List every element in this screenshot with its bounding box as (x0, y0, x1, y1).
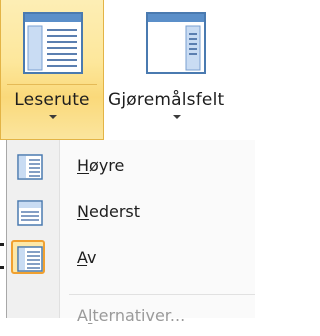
chevron-down-icon[interactable] (49, 115, 57, 119)
reading-pane-menu: Høyre Nederst Av Alternativer... (6, 140, 255, 325)
reading-pane-icon (23, 12, 83, 82)
split-button-divider (7, 84, 97, 85)
chevron-down-icon[interactable] (173, 115, 181, 119)
reading-pane-label: Leserute (14, 90, 90, 110)
menu-item-label: Alternativer... (77, 306, 186, 325)
edge-tick-mark (0, 243, 4, 246)
todo-bar-icon (146, 12, 206, 82)
menu-item-options: Alternativer... (7, 296, 255, 336)
menu-item-bottom[interactable]: Nederst (7, 192, 255, 232)
edge-tick-mark (0, 266, 4, 269)
todo-bar-button[interactable]: Gjøremålsfelt (108, 0, 254, 140)
pane-off-icon (17, 246, 43, 276)
pane-right-icon (17, 154, 43, 184)
menu-separator (69, 294, 255, 295)
menu-item-off[interactable]: Av (7, 238, 255, 278)
menu-item-label: Nederst (77, 202, 140, 221)
pane-bottom-icon (17, 200, 43, 230)
todo-bar-label: Gjøremålsfelt (108, 90, 225, 110)
menu-item-label: Høyre (77, 156, 125, 175)
menu-item-right[interactable]: Høyre (7, 146, 255, 186)
ribbon-group-layout: Leserute Gjøremålsfelt (0, 0, 254, 140)
reading-pane-button[interactable]: Leserute (0, 0, 104, 140)
menu-item-label: Av (77, 248, 97, 267)
